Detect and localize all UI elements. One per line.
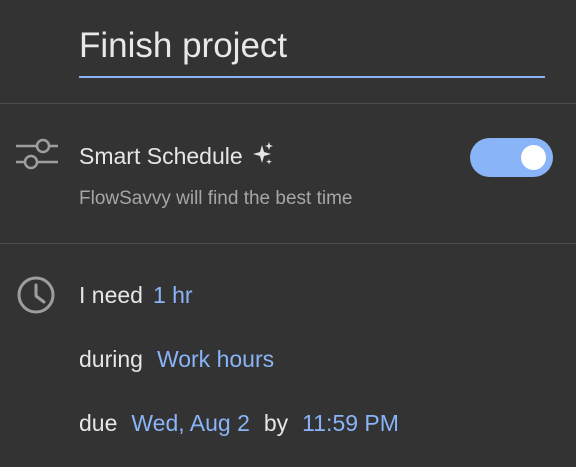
toggle-knob — [521, 145, 546, 170]
by-word: by — [263, 410, 289, 436]
task-title-text: Finish project — [79, 26, 288, 65]
duration-link[interactable]: 1 hr — [153, 282, 193, 308]
smart-schedule-description: FlowSavvy will find the best time — [79, 188, 353, 209]
divider — [0, 243, 576, 244]
duration-row: I need 1 hr — [79, 282, 193, 309]
due-time-link[interactable]: 11:59 PM — [302, 410, 399, 436]
due-row: due Wed, Aug 2 by 11:59 PM — [79, 410, 399, 437]
sliders-icon — [15, 138, 59, 175]
hours-row: during Work hours — [79, 346, 274, 373]
clock-icon — [16, 275, 56, 320]
smart-schedule-toggle[interactable] — [470, 138, 553, 177]
smart-schedule-label-text: Smart Schedule — [79, 143, 243, 169]
sparkle-icon — [252, 141, 274, 173]
work-hours-link[interactable]: Work hours — [157, 346, 274, 372]
due-date-link[interactable]: Wed, Aug 2 — [131, 410, 250, 436]
need-prefix: I need — [79, 282, 143, 308]
due-prefix: due — [79, 410, 118, 436]
during-prefix: during — [79, 346, 143, 372]
smart-schedule-label: Smart Schedule — [79, 141, 274, 173]
divider — [0, 103, 576, 104]
task-title-field[interactable]: Finish project — [79, 24, 545, 78]
